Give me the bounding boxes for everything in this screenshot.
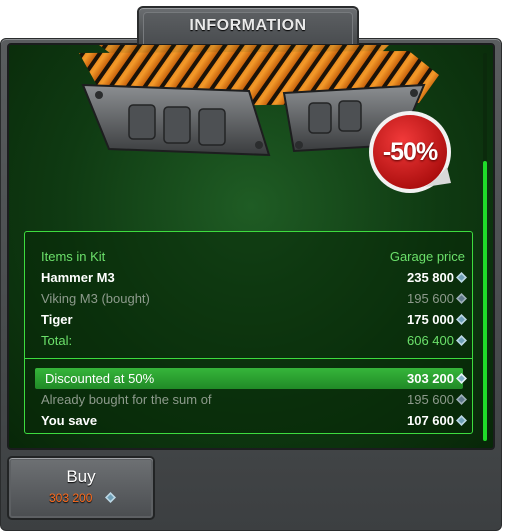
item-name: Tiger [41, 312, 73, 327]
price-column-header: Garage price [389, 249, 465, 264]
crystal-icon [456, 314, 467, 325]
section-divider [25, 358, 472, 359]
kit-item-row: Hammer M3 235 800 [25, 267, 472, 288]
item-name: Hammer M3 [41, 270, 115, 285]
discount-price: 303 200 [407, 371, 454, 386]
items-column-header: Items in Kit [41, 249, 106, 264]
buy-price: 303 200 [49, 491, 93, 505]
item-price: 175 000 [407, 312, 454, 327]
crystal-icon [456, 415, 467, 426]
already-bought-label: Already bought for the sum of [41, 392, 212, 407]
savings-price: 107 600 [407, 413, 454, 428]
discount-sticker: -50% [367, 109, 453, 195]
already-bought-price: 195 600 [407, 392, 454, 407]
already-bought-row: Already bought for the sum of 195 600 [25, 389, 472, 410]
item-name: Viking M3 (bought) [41, 291, 150, 306]
information-tab: INFORMATION [137, 6, 359, 44]
item-price: 195 600 [407, 291, 454, 306]
crystal-icon [456, 335, 467, 346]
discount-percent: -50% [382, 137, 438, 166]
kit-item-row: Tiger 175 000 [25, 309, 472, 330]
page-title: INFORMATION [189, 17, 307, 34]
kit-contents-box: Items in Kit Garage price Hammer M3 235 … [24, 231, 473, 434]
crystal-icon [456, 293, 467, 304]
total-row: Total: 606 400 [25, 330, 472, 351]
kit-item-row: Viking M3 (bought) 195 600 [25, 288, 472, 309]
crystal-icon [456, 272, 467, 283]
info-panel: -50% Items in Kit Garage price Hammer M3… [7, 43, 495, 450]
total-label: Total: [41, 333, 73, 348]
discount-row: Discounted at 50% 303 200 [25, 368, 472, 389]
savings-label: You save [41, 413, 98, 428]
buy-label: Buy [66, 467, 96, 486]
crystal-icon [105, 492, 116, 503]
crystal-icon [456, 394, 467, 405]
total-price: 606 400 [407, 333, 454, 348]
crystal-icon [456, 373, 467, 384]
panel-scrollbar[interactable] [483, 53, 487, 441]
discount-label: Discounted at 50% [45, 371, 155, 386]
kit-header-row: Items in Kit Garage price [25, 246, 472, 267]
scroll-thumb[interactable] [483, 161, 487, 441]
savings-row: You save 107 600 [25, 410, 472, 431]
item-price: 235 800 [407, 270, 454, 285]
buy-button[interactable]: Buy 303 200 [7, 456, 155, 520]
